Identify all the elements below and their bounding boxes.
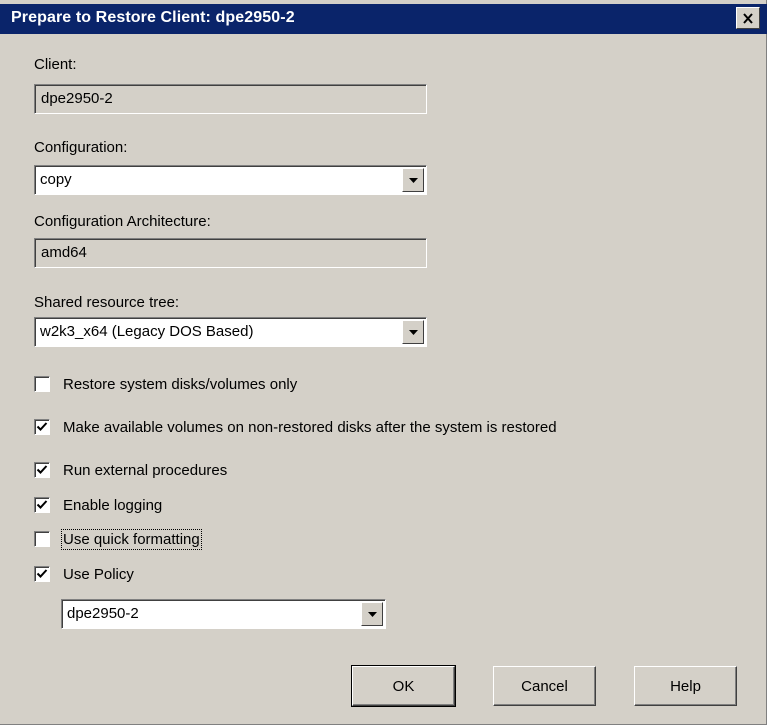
make-volumes-available-option[interactable]: Make available volumes on non-restored d…: [34, 417, 557, 437]
enable-logging-option[interactable]: Enable logging: [34, 495, 162, 515]
shared-tree-dropdown[interactable]: w2k3_x64 (Legacy DOS Based): [34, 317, 427, 347]
policy-value: dpe2950-2: [67, 605, 139, 622]
quick-formatting-option[interactable]: Use quick formatting: [34, 528, 202, 550]
chevron-down-icon: [408, 329, 418, 335]
help-button[interactable]: Help: [634, 666, 737, 706]
shared-tree-dropdown-button[interactable]: [402, 320, 424, 344]
architecture-field: amd64: [34, 238, 427, 268]
run-external-procedures-label: Run external procedures: [63, 461, 228, 479]
policy-dropdown-button[interactable]: [361, 602, 383, 626]
architecture-value: amd64: [41, 244, 87, 261]
restore-system-only-option[interactable]: Restore system disks/volumes only: [34, 374, 297, 394]
use-policy-label: Use Policy: [63, 565, 134, 583]
close-icon: [743, 12, 753, 24]
client-field: dpe2950-2: [34, 84, 427, 114]
use-policy-option[interactable]: Use Policy: [34, 564, 134, 584]
configuration-dropdown[interactable]: copy: [34, 165, 427, 195]
checkmark-icon: [36, 465, 48, 474]
architecture-label: Configuration Architecture:: [34, 213, 211, 230]
policy-dropdown[interactable]: dpe2950-2: [61, 599, 386, 629]
run-external-procedures-option[interactable]: Run external procedures: [34, 460, 227, 480]
checkmark-icon: [36, 569, 48, 578]
configuration-dropdown-button[interactable]: [402, 168, 424, 192]
configuration-label: Configuration:: [34, 139, 128, 156]
restore-system-only-checkbox[interactable]: [34, 376, 50, 392]
client-value: dpe2950-2: [41, 90, 113, 107]
checkmark-icon: [36, 422, 48, 431]
use-policy-checkbox[interactable]: [34, 566, 50, 582]
quick-formatting-label: Use quick formatting: [61, 528, 202, 550]
configuration-value: copy: [40, 171, 72, 188]
enable-logging-label: Enable logging: [63, 496, 163, 514]
cancel-button[interactable]: Cancel: [493, 666, 596, 706]
title-bar: Prepare to Restore Client: dpe2950-2: [0, 4, 767, 34]
checkmark-icon: [36, 500, 48, 509]
make-volumes-available-label: Make available volumes on non-restored d…: [63, 418, 557, 436]
restore-client-dialog: Prepare to Restore Client: dpe2950-2 Cli…: [0, 0, 767, 725]
ok-button[interactable]: OK: [351, 665, 456, 707]
window-title: Prepare to Restore Client: dpe2950-2: [11, 9, 295, 26]
close-button[interactable]: [736, 7, 760, 29]
chevron-down-icon: [408, 177, 418, 183]
quick-formatting-checkbox[interactable]: [34, 531, 50, 547]
enable-logging-checkbox[interactable]: [34, 497, 50, 513]
shared-tree-label: Shared resource tree:: [34, 294, 180, 311]
client-label: Client:: [34, 56, 77, 73]
chevron-down-icon: [367, 611, 377, 617]
run-external-procedures-checkbox[interactable]: [34, 462, 50, 478]
shared-tree-value: w2k3_x64 (Legacy DOS Based): [40, 323, 254, 340]
make-volumes-available-checkbox[interactable]: [34, 419, 50, 435]
restore-system-only-label: Restore system disks/volumes only: [63, 375, 298, 393]
